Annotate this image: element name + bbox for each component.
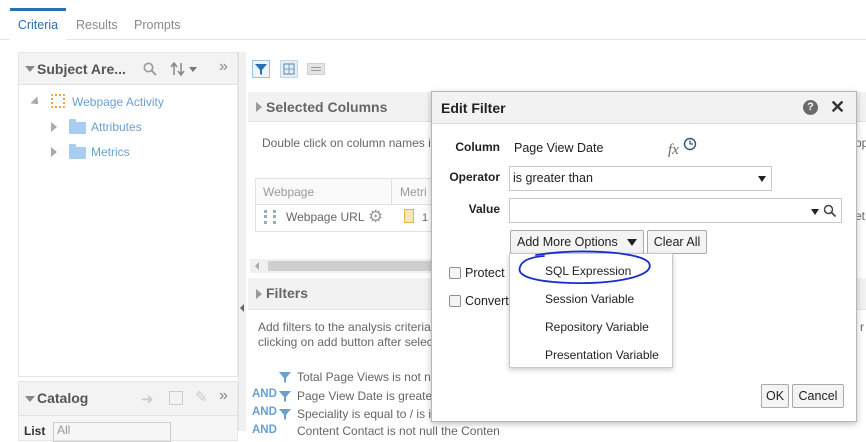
folder-icon [69, 144, 86, 159]
horizontal-scrollbar[interactable] [250, 259, 440, 273]
tree-item-webpage-activity[interactable]: Webpage Activity [72, 95, 164, 109]
dialog-header: Edit Filter ? ✕ [432, 92, 856, 124]
sql-icon [311, 67, 321, 71]
column-header-label: Metri [400, 185, 427, 199]
value-input[interactable] [509, 198, 842, 223]
annotation-circle [518, 250, 651, 284]
search-icon[interactable] [823, 204, 837, 218]
selected-columns-hint: Double click on column names i [262, 136, 431, 150]
collapse-panel-icon[interactable]: » [219, 387, 228, 405]
scrollbar-thumb[interactable] [268, 261, 438, 271]
filter-toolbar-button[interactable] [252, 60, 270, 78]
chevron-down-icon [627, 239, 637, 246]
filter-item[interactable]: Speciality is equal to / is i [297, 407, 431, 421]
operator-label: Operator [449, 170, 500, 184]
close-icon[interactable]: ✕ [830, 97, 845, 118]
subject-area-icon [51, 94, 65, 108]
column-field: Page View Date [510, 136, 665, 160]
column-header-metrics: Metri [392, 179, 434, 205]
tab-bar: Criteria Results Prompts [0, 0, 866, 40]
filters-hint-tail: r [860, 320, 864, 334]
help-icon[interactable]: ? [803, 100, 818, 115]
filter-icon [279, 372, 291, 383]
column-table: Webpage Metri Webpage URL ⚙ 1 [255, 178, 434, 232]
expand-metrics-icon[interactable] [51, 147, 57, 157]
column-label: Column [455, 140, 500, 154]
column-header-webpage: Webpage [256, 179, 392, 205]
filters-hint-line1: Add filters to the analysis criteria [258, 320, 431, 334]
convert-checkbox[interactable] [449, 295, 461, 307]
filter-icon [279, 391, 291, 402]
collapse-panel-icon[interactable]: » [219, 58, 228, 76]
dialog-title: Edit Filter [441, 100, 506, 116]
menu-item-session-variable[interactable]: Session Variable [545, 292, 634, 306]
folder-icon [69, 119, 86, 134]
protect-filter-checkbox[interactable] [449, 267, 461, 279]
scroll-left-icon[interactable] [255, 262, 259, 270]
attribute-icon [264, 210, 276, 224]
list-label: List [24, 424, 46, 438]
list-select[interactable]: All [53, 422, 171, 442]
panel-splitter[interactable] [238, 52, 246, 431]
menu-item-presentation-variable[interactable]: Presentation Variable [545, 348, 659, 362]
search-icon[interactable] [143, 62, 157, 76]
column-metric-value[interactable]: 1 [422, 212, 428, 224]
filter-icon [279, 409, 291, 420]
filter-icon [255, 64, 267, 75]
value-label: Value [468, 202, 500, 216]
subject-area-title: Subject Are... [37, 61, 126, 77]
convert-label: Convert [465, 294, 509, 308]
operator-select[interactable]: is greater than [509, 166, 772, 191]
clock-icon[interactable] [683, 137, 697, 151]
grid-toolbar-button[interactable] [280, 60, 298, 78]
tab-criteria[interactable]: Criteria [10, 8, 66, 40]
add-more-options-label: Add More Options [517, 235, 618, 249]
and-operator[interactable]: AND [252, 424, 277, 436]
expand-icon[interactable] [30, 96, 42, 108]
ok-button[interactable]: OK [761, 384, 789, 408]
collapse-icon[interactable] [25, 396, 35, 402]
filters-title: Filters [266, 285, 309, 301]
catalog-title: Catalog [37, 390, 89, 406]
sort-icon[interactable] [170, 61, 204, 77]
cancel-button[interactable]: Cancel [792, 384, 844, 408]
collapse-icon[interactable] [256, 289, 262, 299]
selected-columns-title: Selected Columns [266, 99, 388, 115]
filters-hint-line2: clicking on add button after selec [258, 335, 433, 349]
menu-item-repository-variable[interactable]: Repository Variable [545, 320, 649, 334]
subject-area-header: Subject Are... » [19, 53, 237, 85]
edit-icon[interactable]: ✎ [195, 388, 208, 406]
filter-item[interactable]: Total Page Views is not n [297, 370, 431, 384]
subject-area-panel: Subject Are... » Webpage Activity Attrib… [18, 52, 238, 377]
tree-item-metrics[interactable]: Metrics [91, 145, 130, 159]
operator-value: is greater than [513, 171, 593, 185]
sql-toolbar-button[interactable] [307, 63, 325, 75]
catalog-panel: Catalog ➜ ✎ » List All [18, 381, 238, 442]
expand-attributes-icon[interactable] [51, 122, 57, 132]
column-header-label: Webpage [263, 185, 315, 199]
gear-icon[interactable]: ⚙ [368, 207, 383, 227]
tab-prompts[interactable]: Prompts [134, 8, 181, 40]
fx-icon[interactable]: fx [668, 142, 679, 159]
collapse-icon[interactable] [25, 66, 35, 72]
arrow-right-icon[interactable]: ➜ [141, 390, 154, 408]
grid-icon [283, 63, 295, 75]
filter-item[interactable]: Page View Date is greate [297, 389, 432, 403]
and-operator[interactable]: AND [252, 406, 277, 418]
column-webpage-url[interactable]: Webpage URL [286, 210, 365, 224]
tab-results[interactable]: Results [76, 8, 118, 40]
chevron-down-icon[interactable] [811, 209, 819, 215]
tree-item-attributes[interactable]: Attributes [91, 120, 142, 134]
collapse-icon[interactable] [256, 102, 262, 112]
catalog-header: Catalog ➜ ✎ » [19, 382, 237, 416]
properties-icon[interactable] [169, 391, 183, 405]
measure-icon [404, 209, 414, 223]
and-operator[interactable]: AND [252, 388, 277, 400]
chevron-down-icon [758, 176, 766, 182]
filter-item[interactable]: Content Contact is not null the Conten [297, 424, 500, 438]
splitter-arrow-icon[interactable] [240, 304, 244, 312]
